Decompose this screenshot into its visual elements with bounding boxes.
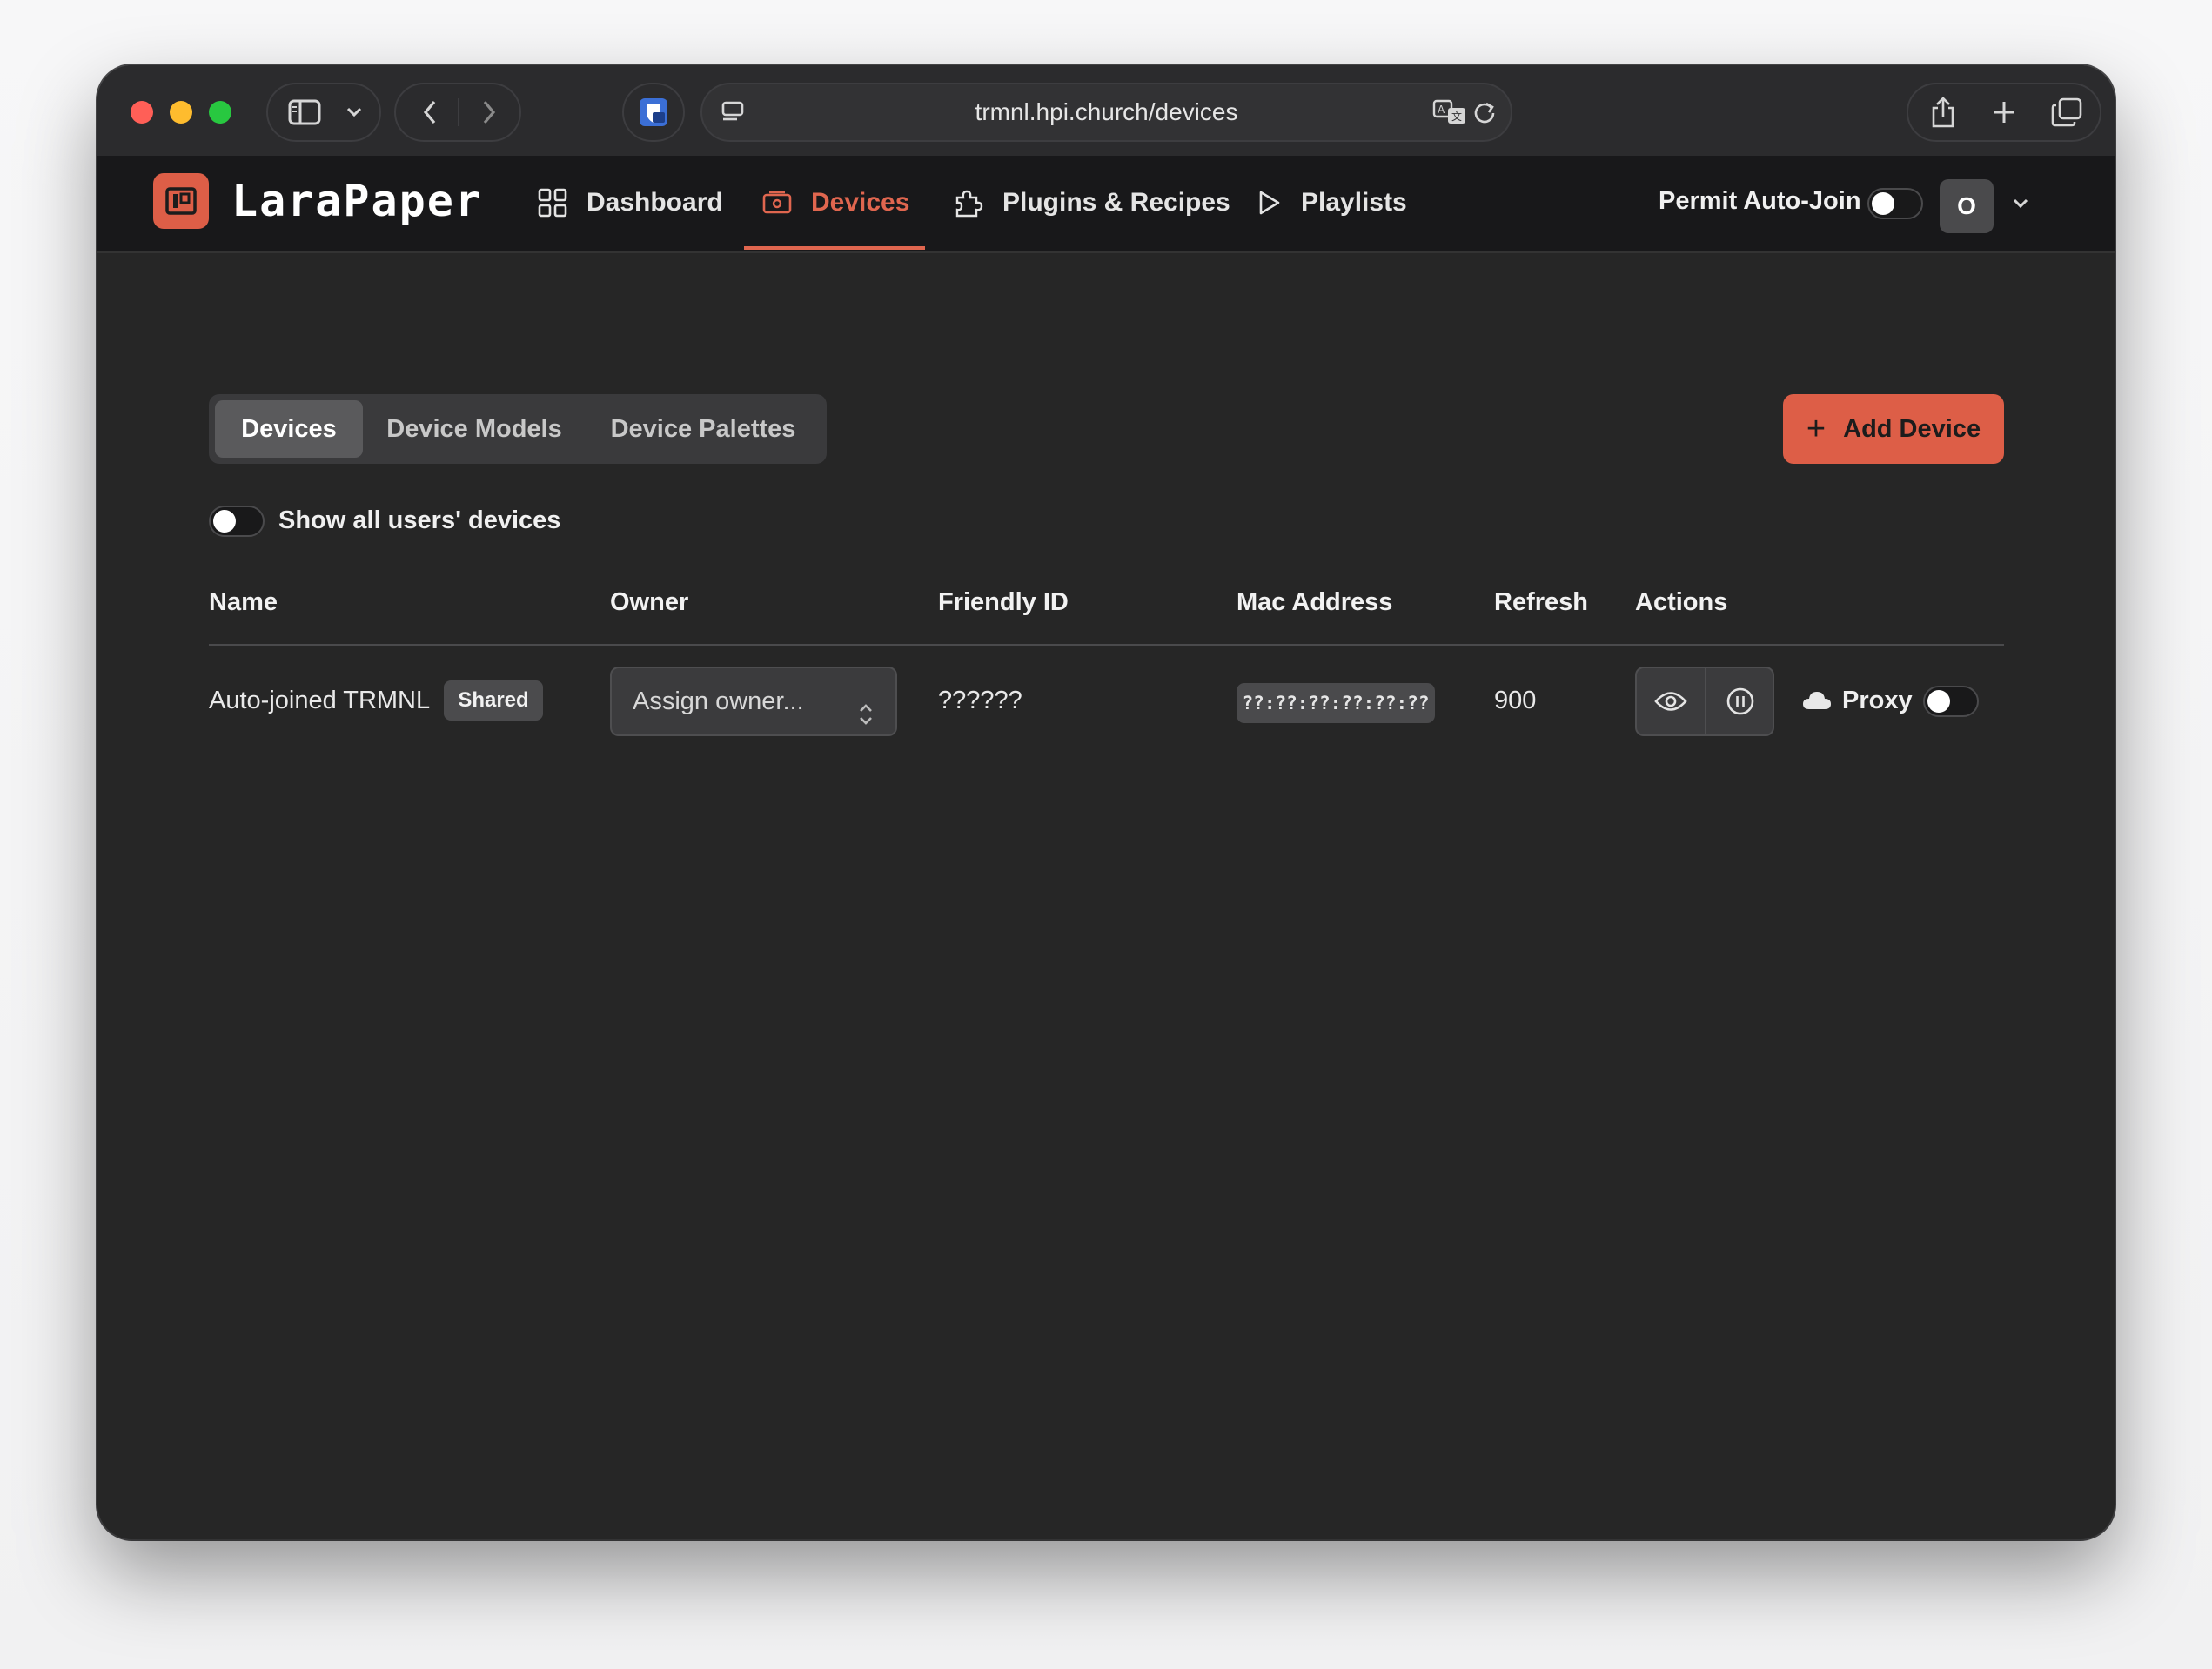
puzzle-icon — [955, 190, 983, 218]
play-icon — [1259, 191, 1280, 215]
header-owner: Owner — [610, 588, 689, 616]
device-icon — [762, 191, 792, 214]
refresh-value: 900 — [1494, 687, 1537, 714]
svg-text:文: 文 — [1451, 110, 1462, 123]
address-bar[interactable]: trmnl.hpi.church/devices A文 — [700, 83, 1512, 142]
new-tab-icon[interactable] — [1978, 84, 2030, 140]
browser-window: trmnl.hpi.church/devices A文 LaraPaper Da… — [97, 65, 2115, 1539]
avatar[interactable]: O — [1940, 179, 1994, 233]
table-divider — [209, 644, 2004, 646]
toggle-knob — [213, 510, 236, 533]
owner-select-value: Assign owner... — [633, 687, 804, 715]
translate-icon[interactable]: A文 — [1432, 98, 1467, 131]
mac-address-value: ??:??:??:??:??:?? — [1237, 683, 1435, 723]
add-device-label: Add Device — [1843, 414, 1981, 443]
history-control — [394, 83, 521, 142]
pause-icon — [1726, 687, 1754, 715]
proxy-toggle[interactable] — [1923, 686, 1979, 717]
nav-playlists[interactable]: Playlists — [1256, 156, 1407, 250]
proxy-label: Proxy — [1842, 687, 1913, 714]
header-refresh: Refresh — [1494, 588, 1588, 616]
app-navbar: LaraPaper Dashboard Devices Plugins & Re… — [97, 156, 2115, 253]
header-actions: Actions — [1635, 588, 1728, 616]
tab-device-models[interactable]: Device Models — [372, 400, 577, 458]
forward-arrow-icon[interactable] — [462, 84, 516, 140]
shared-badge: Shared — [444, 680, 543, 721]
svg-text:A: A — [1438, 104, 1445, 116]
device-tabs: Devices Device Models Device Palettes — [209, 394, 827, 464]
eye-icon — [1654, 692, 1687, 711]
header-friendly-id: Friendly ID — [938, 588, 1069, 616]
sidebar-control — [266, 83, 381, 142]
chevron-down-icon[interactable] — [2012, 198, 2029, 214]
show-all-users-toggle[interactable] — [209, 506, 265, 537]
pause-button[interactable] — [1706, 668, 1774, 734]
permit-auto-join-label: Permit Auto-Join — [1659, 187, 1861, 215]
nav-plugins[interactable]: Plugins & Recipes — [952, 156, 1230, 250]
tab-devices[interactable]: Devices — [215, 400, 363, 458]
nav-devices-label: Devices — [811, 188, 910, 217]
url-text[interactable]: trmnl.hpi.church/devices — [702, 84, 1511, 140]
chevron-down-icon[interactable] — [334, 84, 374, 140]
device-name: Auto-joined TRMNL — [209, 687, 431, 714]
nav-plugins-label: Plugins & Recipes — [1002, 188, 1230, 217]
nav-dashboard[interactable]: Dashboard — [538, 156, 723, 250]
tab-device-palettes[interactable]: Device Palettes — [586, 400, 821, 458]
logo-icon[interactable] — [153, 173, 209, 229]
share-icon[interactable] — [1917, 84, 1969, 140]
add-device-button[interactable]: + Add Device — [1783, 394, 2004, 464]
plus-icon: + — [1806, 410, 1827, 447]
divider — [458, 98, 459, 126]
show-all-users-label: Show all users' devices — [278, 506, 561, 534]
window-actions — [1907, 83, 2101, 142]
close-window-button[interactable] — [131, 101, 153, 124]
tab-overview-icon[interactable] — [2039, 84, 2095, 140]
cloud-icon — [1801, 689, 1833, 716]
nav-playlists-label: Playlists — [1301, 188, 1407, 217]
browser-toolbar: trmnl.hpi.church/devices A文 — [97, 65, 2115, 158]
header-name: Name — [209, 588, 278, 616]
header-mac-address: Mac Address — [1237, 588, 1393, 616]
password-extension-icon[interactable] — [624, 84, 683, 140]
back-arrow-icon[interactable] — [403, 84, 457, 140]
nav-devices[interactable]: Devices — [762, 156, 909, 250]
toggle-knob — [1872, 192, 1894, 215]
nav-dashboard-label: Dashboard — [587, 188, 723, 217]
active-nav-indicator — [744, 246, 925, 250]
reload-icon[interactable] — [1472, 100, 1497, 129]
friendly-id-value: ?????? — [938, 687, 1022, 714]
preview-button[interactable] — [1637, 668, 1705, 734]
owner-select[interactable]: Assign owner... — [610, 667, 897, 736]
action-buttons — [1635, 667, 1774, 736]
logo-text[interactable]: LaraPaper — [231, 175, 483, 227]
sidebar-icon[interactable] — [278, 84, 331, 140]
permit-auto-join-toggle[interactable] — [1867, 188, 1923, 219]
toggle-knob — [1927, 690, 1950, 713]
grid-icon — [538, 188, 567, 218]
zoom-window-button[interactable] — [209, 101, 231, 124]
select-chevron-icon — [857, 687, 875, 754]
extension-control — [622, 83, 685, 142]
minimize-window-button[interactable] — [170, 101, 192, 124]
